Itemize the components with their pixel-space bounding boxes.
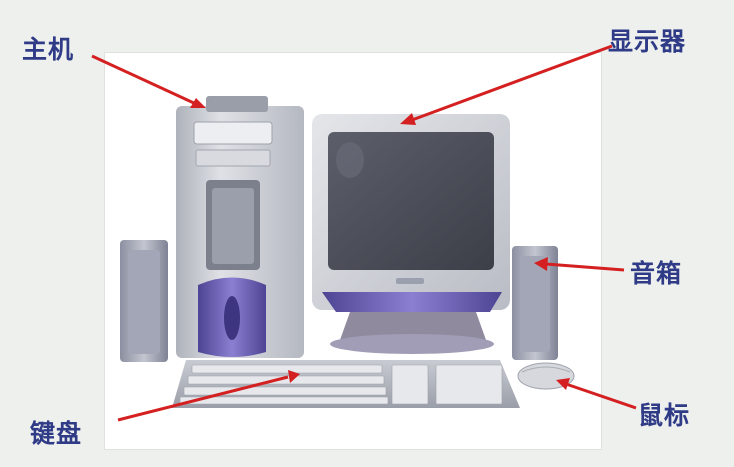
label-keyboard: 键盘 — [30, 419, 83, 448]
tower-case — [176, 96, 304, 358]
computer-illustration — [91, 44, 637, 422]
label-mouse: 鼠标 — [638, 401, 691, 430]
left-speaker — [120, 240, 168, 362]
arrow-host — [91, 54, 206, 108]
arrow-monitor — [400, 44, 613, 125]
keyboard — [172, 360, 520, 408]
arrow-mouse — [556, 378, 637, 410]
label-speaker: 音箱 — [630, 259, 683, 288]
label-host: 主机 — [22, 35, 75, 64]
label-monitor: 显示器 — [608, 27, 687, 56]
crt-monitor — [312, 114, 510, 354]
